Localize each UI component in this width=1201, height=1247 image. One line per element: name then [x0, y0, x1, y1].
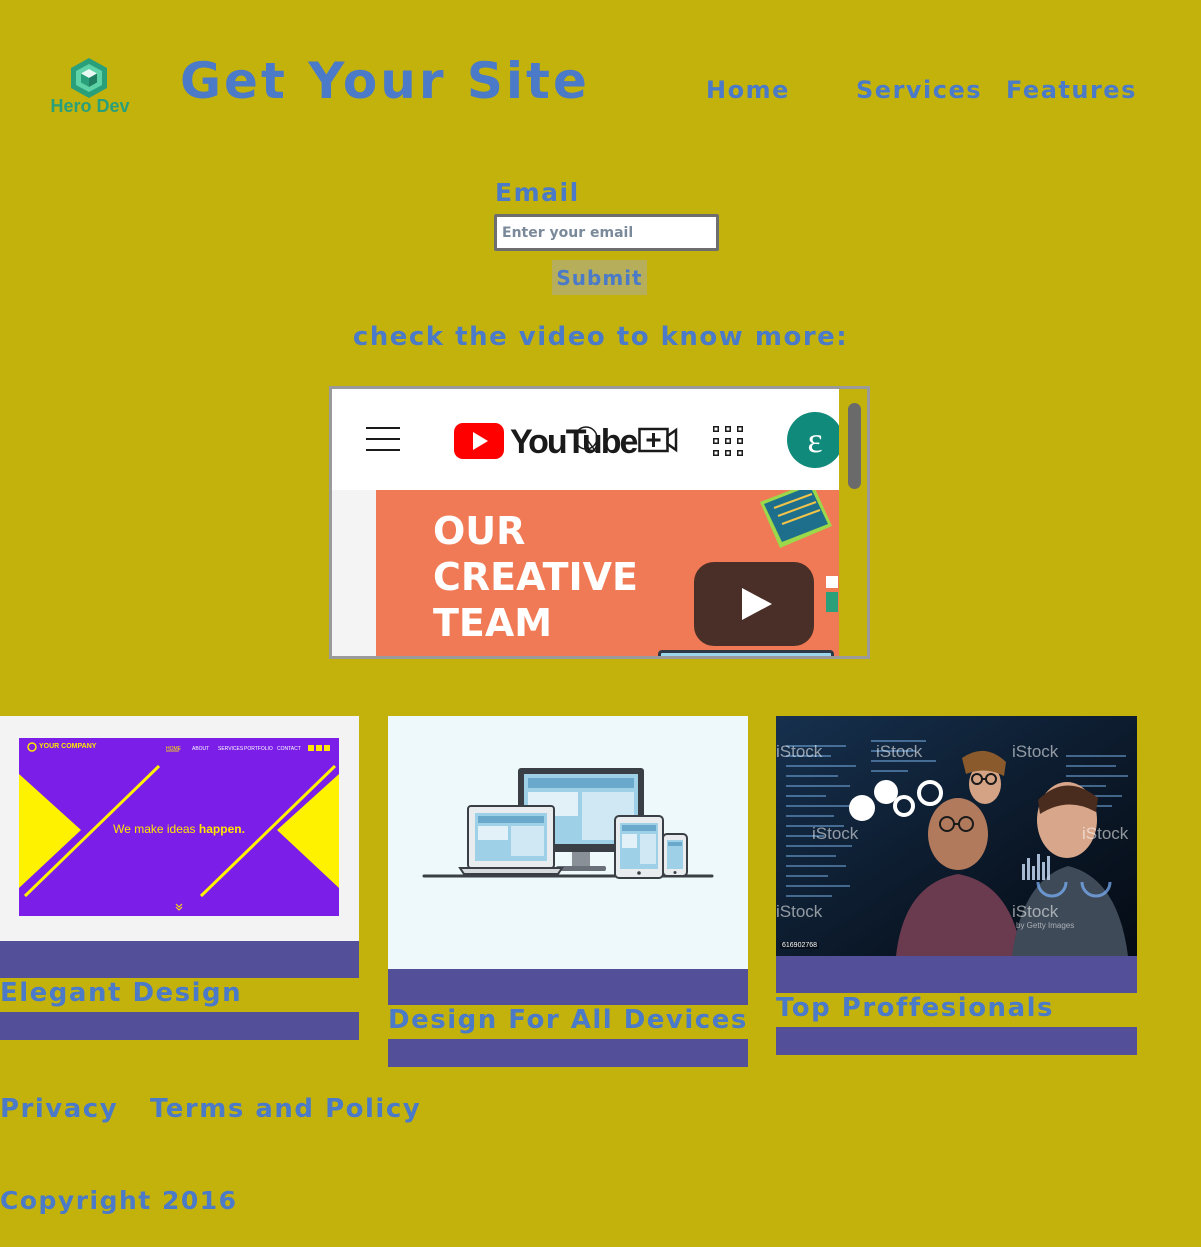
stock-id: 616902768: [780, 942, 820, 949]
nav-home-link[interactable]: Home: [706, 76, 790, 104]
email-input[interactable]: [494, 214, 719, 251]
mockup-nav-item: CONTACT: [277, 746, 301, 752]
watermark-text: iStock: [776, 742, 823, 761]
watermark-subtext: by Getty Images: [1016, 921, 1075, 930]
laptop-illustration: [658, 650, 834, 656]
card-title: Elegant Design: [0, 978, 243, 1008]
video-thumbnail[interactable]: OUR CREATIVE TEAM: [376, 490, 839, 656]
feature-card: YOUR COMPANY HOME ABOUT SERVICES PORTFOL…: [0, 716, 359, 1040]
thumbnail-line: OUR: [433, 509, 526, 553]
email-label: Email: [495, 178, 580, 207]
terms-link[interactable]: Terms and Policy: [150, 1094, 421, 1124]
mockup-tagline-bold: happen.: [198, 822, 245, 836]
website-mockup: YOUR COMPANY HOME ABOUT SERVICES PORTFOL…: [19, 738, 339, 916]
account-avatar[interactable]: ε: [787, 412, 843, 468]
card-bar-bottom: [388, 1039, 748, 1067]
play-icon: [742, 588, 772, 620]
youtube-header: YouTube ε: [332, 389, 843, 490]
mockup-nav-item: PORTFOLIO: [244, 746, 273, 752]
watermark-text: iStock: [1012, 902, 1059, 921]
feature-card: iStock iStock iStock iStock iStock iStoc…: [776, 716, 1137, 1055]
site-title: Get Your Site: [180, 52, 590, 110]
video-caption: check the video to know more:: [352, 322, 849, 352]
logo[interactable]: Hero Dev: [44, 56, 136, 120]
thumbnail-line: TEAM: [433, 601, 553, 645]
responsive-devices-image: [388, 716, 748, 969]
play-button[interactable]: [694, 562, 814, 646]
card-bar-top: [0, 941, 359, 978]
card-bar-bottom: [776, 1027, 1137, 1055]
card-bar-top: [388, 969, 748, 1005]
card-title: Top Proffesionals: [776, 993, 1054, 1023]
card-bar-bottom: [0, 1012, 359, 1040]
logo-text: Hero Dev: [50, 96, 130, 116]
mouse-cursor-icon: [574, 426, 598, 453]
watermark-text: iStock: [1082, 824, 1129, 843]
mockup-tagline: We make ideas happen.: [19, 822, 339, 836]
mockup-nav-item: HOME: [166, 746, 181, 752]
notebook-illustration-icon: [760, 490, 832, 548]
mockup-tagline-plain: We make ideas: [113, 822, 199, 836]
feature-card: Design For All Devices: [388, 716, 748, 1067]
elegant-design-image: YOUR COMPANY HOME ABOUT SERVICES PORTFOL…: [0, 716, 359, 941]
submit-button[interactable]: Submit: [552, 260, 647, 295]
watermark-text: iStock: [812, 824, 859, 843]
mockup-brand: YOUR COMPANY: [39, 743, 97, 750]
devices-illustration-icon: [422, 768, 714, 879]
hamburger-menu-icon[interactable]: [366, 426, 400, 452]
copyright: Copyright 2016: [0, 1186, 238, 1215]
nav-features-link[interactable]: Features: [1006, 76, 1137, 104]
card-bar-top: [776, 956, 1137, 993]
thumbnail-headline: OUR CREATIVE TEAM: [433, 508, 638, 646]
apps-grid-icon[interactable]: [713, 426, 743, 456]
pencil-illustration-icon: [826, 576, 838, 612]
embed-scrollbar-thumb[interactable]: [848, 403, 861, 489]
cube-logo-icon: [71, 58, 107, 98]
video-embed[interactable]: YouTube ε OUR CREATIVE TEAM: [329, 386, 870, 659]
mockup-nav-item: SERVICES: [218, 746, 244, 752]
nav-services-link[interactable]: Services: [856, 76, 982, 104]
create-video-icon[interactable]: [638, 427, 678, 453]
professionals-photo: iStock iStock iStock iStock iStock iStoc…: [776, 716, 1137, 956]
watermark-text: iStock: [876, 742, 923, 761]
thumbnail-line: CREATIVE: [433, 555, 638, 599]
mockup-nav-item: ABOUT: [192, 746, 210, 752]
youtube-sidebar: [332, 490, 376, 656]
watermark-text: iStock: [1012, 742, 1059, 761]
card-title: Design For All Devices: [388, 1005, 748, 1035]
youtube-play-logo-icon: [454, 423, 504, 459]
privacy-link[interactable]: Privacy: [0, 1094, 118, 1124]
watermark-text: iStock: [776, 902, 823, 921]
